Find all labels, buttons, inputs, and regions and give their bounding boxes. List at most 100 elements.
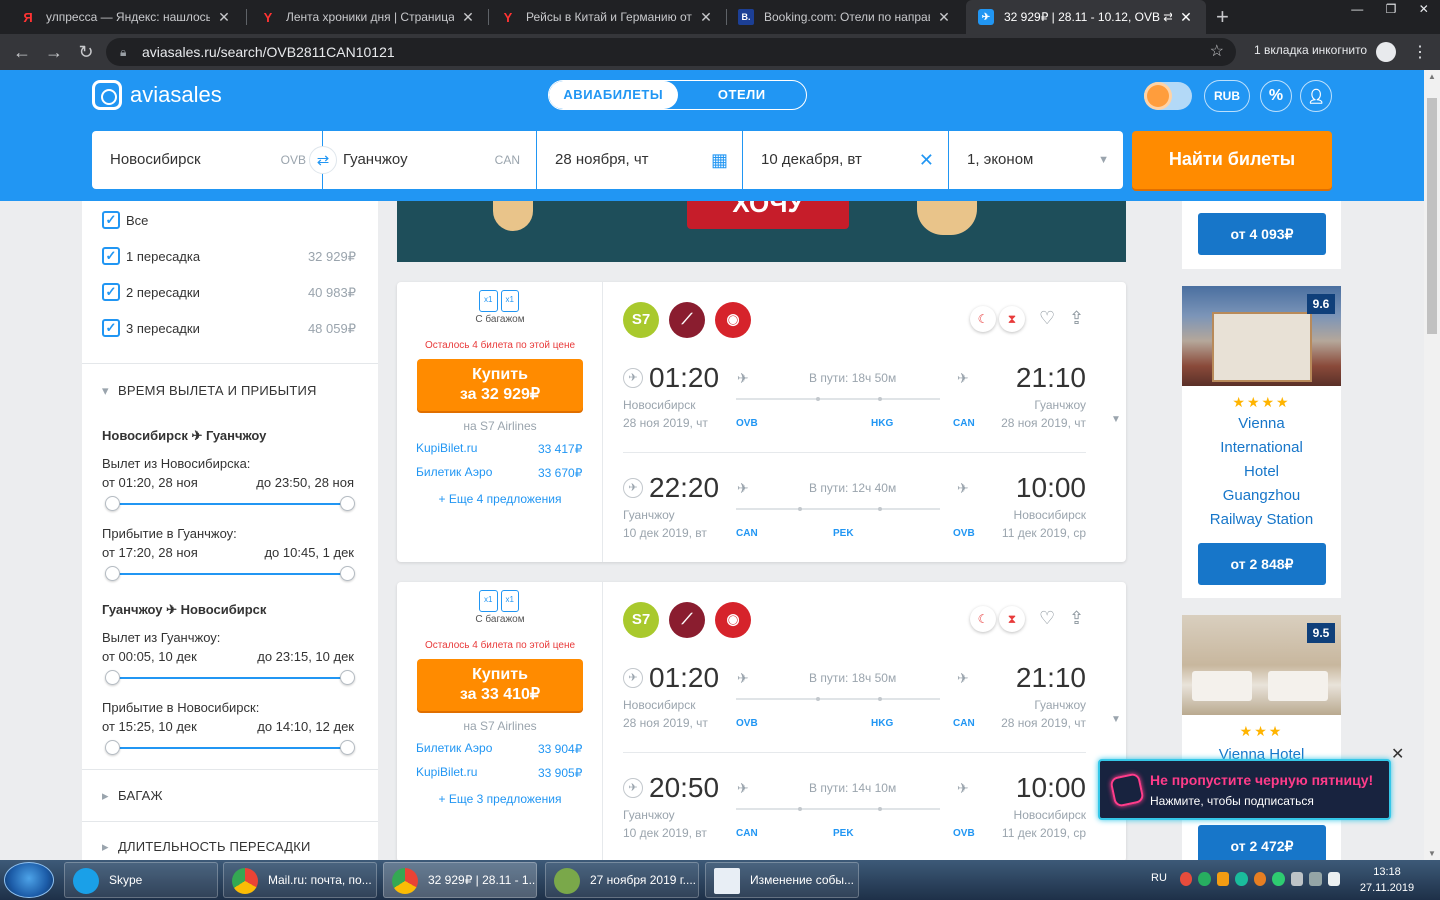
swap-icon[interactable]: ⇄ xyxy=(309,146,337,174)
tab-hotels[interactable]: ОТЕЛИ xyxy=(678,81,807,109)
language-indicator[interactable]: RU xyxy=(1151,872,1167,884)
slider-handle[interactable] xyxy=(340,566,355,581)
duration-section-header[interactable]: ▸ ДЛИТЕЛЬНОСТЬ ПЕРЕСАДКИ xyxy=(102,839,311,854)
agent-price[interactable]: 33 670₽ xyxy=(538,466,582,480)
scrollbar-thumb[interactable] xyxy=(1427,98,1437,334)
agent-price[interactable]: 33 905₽ xyxy=(538,766,582,780)
slider-handle[interactable] xyxy=(340,496,355,511)
ticket-card[interactable]: x1 x1 С багажом Осталось 4 билета по этой… xyxy=(397,282,1126,562)
calendar-icon[interactable]: ▦ xyxy=(711,131,728,189)
black-friday-toast[interactable]: Не пропустите черную пятницу! Нажмите, ч… xyxy=(1098,759,1391,820)
hotel-price-button[interactable]: от 4 093₽ xyxy=(1198,213,1326,255)
browser-tab[interactable]: Я улпресса — Яндекс: нашлось 14 ✕ xyxy=(8,0,244,34)
flag-icon[interactable] xyxy=(1290,872,1304,886)
taskbar-item-event-edit[interactable]: Изменение собы... xyxy=(705,862,859,898)
slider-handle[interactable] xyxy=(105,566,120,581)
checkbox-all[interactable]: ✓ xyxy=(102,211,120,229)
return-date-field[interactable]: 10 декабря, вт ✕ xyxy=(743,131,948,189)
hotel-name-line[interactable]: Hotel xyxy=(1182,460,1341,484)
checkbox-2-stops[interactable]: ✓ xyxy=(102,283,120,301)
promo-banner[interactable]: ХОЧУ xyxy=(397,201,1126,262)
hotel-card[interactable]: 9.6 ★★★★ Vienna International Hotel Guan… xyxy=(1182,286,1341,598)
slider-handle[interactable] xyxy=(105,740,120,755)
system-clock[interactable]: 13:18 27.11.2019 xyxy=(1350,864,1424,896)
hotel-name-line[interactable]: Vienna xyxy=(1182,412,1341,436)
hotel-name-line[interactable]: International xyxy=(1182,436,1341,460)
banner-button[interactable]: ХОЧУ xyxy=(687,201,849,229)
range-slider[interactable] xyxy=(105,496,355,511)
agent-link[interactable]: Билетик Аэро xyxy=(416,741,492,755)
expand-chevron-icon[interactable]: ▼ xyxy=(1111,414,1121,425)
new-tab-button[interactable]: + xyxy=(1216,4,1229,30)
more-offers-link[interactable]: + Еще 4 предложения xyxy=(397,492,603,506)
buy-button[interactable]: Купить за 32 929₽ xyxy=(417,359,583,411)
passengers-field[interactable]: 1, эконом ▼ xyxy=(949,131,1123,189)
agent-link[interactable]: Билетик Аэро xyxy=(416,465,492,479)
tray-icon[interactable] xyxy=(1198,872,1211,886)
slider-handle[interactable] xyxy=(340,670,355,685)
taskbar-item-chrome-mail[interactable]: Mail.ru: почта, по... xyxy=(223,862,377,898)
hotel-card[interactable]: от 4 093₽ xyxy=(1182,201,1341,269)
hotel-price-button[interactable]: от 2 848₽ xyxy=(1198,543,1326,585)
taskbar-item-chrome-aviasales[interactable]: 32 929₽ | 28.11 - 1... xyxy=(383,862,537,898)
close-tab-icon[interactable]: ✕ xyxy=(698,9,714,26)
close-tab-icon[interactable]: ✕ xyxy=(460,9,476,26)
depart-date-field[interactable]: 28 ноября, чт ▦ xyxy=(537,131,742,189)
checkbox-1-stop[interactable]: ✓ xyxy=(102,247,120,265)
agent-link[interactable]: KupiBilet.ru xyxy=(416,441,477,455)
bookmark-star-icon[interactable]: ☆ xyxy=(1210,38,1224,66)
theme-toggle[interactable] xyxy=(1144,82,1192,110)
minimize-button[interactable]: — xyxy=(1351,0,1363,20)
back-arrow-icon[interactable]: ← xyxy=(10,40,34,64)
tray-icon[interactable] xyxy=(1272,872,1285,886)
start-button[interactable] xyxy=(4,862,54,898)
tray-icon[interactable] xyxy=(1180,872,1193,886)
close-window-button[interactable]: ✕ xyxy=(1419,0,1429,20)
forward-arrow-icon[interactable]: → xyxy=(42,40,66,64)
hotel-photo[interactable]: 9.5 xyxy=(1182,615,1341,715)
currency-button[interactable]: RUB xyxy=(1204,80,1250,112)
share-icon[interactable]: ⇪ xyxy=(1069,608,1084,629)
more-offers-link[interactable]: + Еще 3 предложения xyxy=(397,792,603,806)
tab-flights[interactable]: АВИАБИЛЕТЫ xyxy=(549,81,678,109)
share-icon[interactable]: ⇪ xyxy=(1069,308,1084,329)
slider-handle[interactable] xyxy=(105,670,120,685)
scroll-down-icon[interactable]: ▼ xyxy=(1428,849,1436,858)
close-toast-icon[interactable]: ✕ xyxy=(1391,744,1404,764)
slider-handle[interactable] xyxy=(105,496,120,511)
user-profile-icon[interactable]: 👤︎ xyxy=(1300,80,1332,112)
close-tab-icon[interactable]: ✕ xyxy=(216,9,232,26)
browser-tab[interactable]: Y Рейсы в Китай и Германию отм ✕ xyxy=(488,0,726,34)
maximize-button[interactable]: ❐ xyxy=(1386,0,1397,20)
checkbox-3-stops[interactable]: ✓ xyxy=(102,319,120,337)
tray-icon[interactable] xyxy=(1235,872,1248,886)
agent-price[interactable]: 33 417₽ xyxy=(538,442,582,456)
buy-button[interactable]: Купить за 33 410₽ xyxy=(417,659,583,711)
find-tickets-button[interactable]: Найти билеты xyxy=(1132,131,1332,189)
range-slider[interactable] xyxy=(105,566,355,581)
hotel-name-line[interactable]: Railway Station xyxy=(1182,508,1341,532)
volume-icon[interactable] xyxy=(1327,872,1340,886)
discount-percent-icon[interactable]: % xyxy=(1260,80,1292,112)
reload-icon[interactable]: ↻ xyxy=(74,40,98,64)
close-tab-icon[interactable]: ✕ xyxy=(936,9,952,26)
browser-tab[interactable]: Y Лента хроники дня | Страница 2 ✕ xyxy=(248,0,488,34)
hotel-name-line[interactable]: Guangzhou xyxy=(1182,484,1341,508)
close-tab-icon[interactable]: ✕ xyxy=(1178,9,1194,26)
hotel-card[interactable]: 9.5 ★★★ Vienna Hotel от 2 472₽ xyxy=(1182,615,1341,867)
favorite-heart-icon[interactable]: ♡ xyxy=(1039,308,1055,329)
agent-price[interactable]: 33 904₽ xyxy=(538,742,582,756)
time-section-header[interactable]: ▾ ВРЕМЯ ВЫЛЕТА И ПРИБЫТИЯ xyxy=(102,383,317,398)
scroll-up-icon[interactable]: ▲ xyxy=(1428,72,1436,81)
expand-chevron-icon[interactable]: ▼ xyxy=(1111,714,1121,725)
baggage-section-header[interactable]: ▸ БАГАЖ xyxy=(102,788,163,803)
page-scrollbar[interactable]: ▲ ▼ xyxy=(1424,70,1440,860)
favorite-heart-icon[interactable]: ♡ xyxy=(1039,608,1055,629)
aviasales-logo[interactable]: aviasales xyxy=(92,80,222,110)
tray-icon[interactable] xyxy=(1253,872,1267,886)
origin-field[interactable]: Новосибирск OVB xyxy=(92,131,322,189)
ticket-card[interactable]: x1 x1 С багажом Осталось 4 билета по этой… xyxy=(397,582,1126,862)
browser-tab-active[interactable]: ✈ 32 929₽ | 28.11 - 10.12, OVB ⇄ C ✕ xyxy=(966,0,1206,34)
agent-link[interactable]: KupiBilet.ru xyxy=(416,765,477,779)
incognito-label[interactable]: 1 вкладка инкогнито xyxy=(1254,43,1367,57)
